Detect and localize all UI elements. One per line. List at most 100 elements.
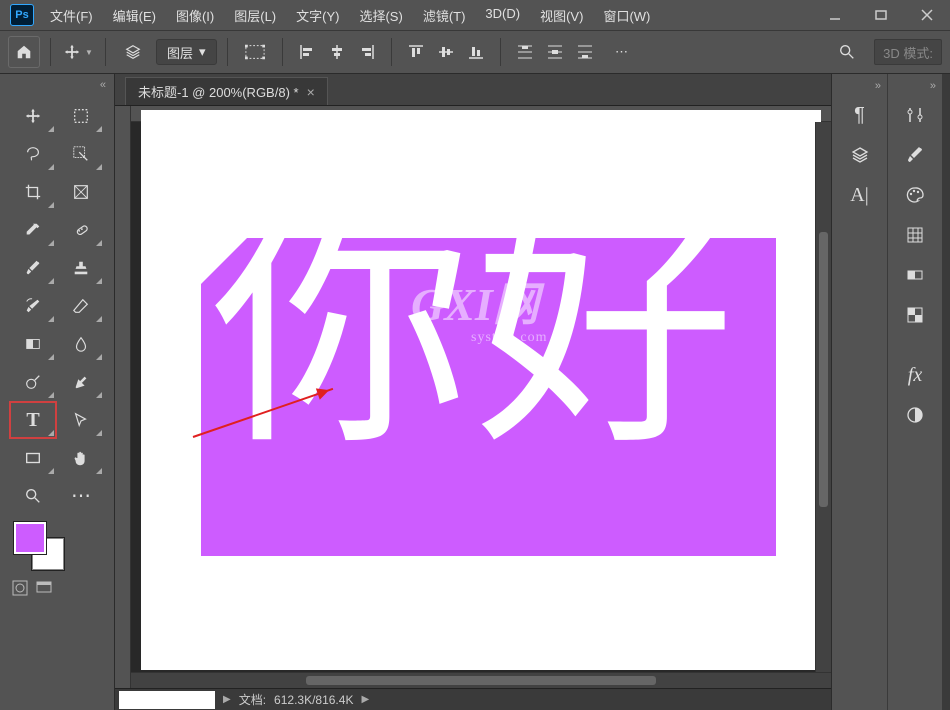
swatches-panel-button[interactable] [895,216,935,254]
move-tool-indicator[interactable]: ▼ [61,37,95,67]
marquee-tool[interactable] [58,98,104,134]
distribute-top-icon [517,44,533,60]
dodge-tool[interactable] [10,364,56,400]
canvas-text: 你好 [211,200,739,460]
separator [282,38,283,66]
distribute-bottom-button[interactable] [571,39,599,65]
type-icon: T [26,410,39,430]
brush-tool[interactable] [10,250,56,286]
close-button[interactable] [904,0,950,30]
dock-column-2: » fx [887,74,942,710]
menu-3d[interactable]: 3D(D) [477,2,528,29]
separator [500,38,501,66]
patterns-panel-button[interactable] [895,296,935,334]
brushes-panel-button[interactable] [895,136,935,174]
scrollbar-vertical[interactable] [815,122,831,672]
paragraph-panel-button[interactable]: ¶ [840,96,880,134]
menu-edit[interactable]: 编辑(E) [105,2,164,29]
pen-tool[interactable] [58,364,104,400]
menu-layer[interactable]: 图层(L) [226,2,284,29]
swatches-icon [905,225,925,245]
edit-toolbar-button[interactable]: ⋯ [58,478,104,514]
quick-select-tool[interactable] [58,136,104,172]
menu-view[interactable]: 视图(V) [532,2,591,29]
align-vcenter-button[interactable] [432,39,460,65]
properties-panel-button[interactable] [895,96,935,134]
history-brush-tool[interactable] [10,288,56,324]
scrollbar-horizontal[interactable] [131,672,831,688]
color-panel-button[interactable] [895,176,935,214]
home-button[interactable] [8,36,40,68]
toolbox-expander[interactable]: « [0,78,114,92]
distribute-top-button[interactable] [511,39,539,65]
align-right-icon [359,44,375,60]
menu-file[interactable]: 文件(F) [42,2,101,29]
quick-mask-button[interactable] [12,580,28,596]
character-panel-button[interactable]: A| [840,176,880,214]
move-tool[interactable] [10,98,56,134]
healing-icon [72,221,90,239]
auto-select-label: 图层 [167,43,193,62]
path-select-tool[interactable] [58,402,104,438]
close-tab-icon[interactable]: × [307,84,315,100]
styles-panel-button[interactable]: fx [895,356,935,394]
menu-image[interactable]: 图像(I) [168,2,222,29]
canvas[interactable]: GXI网 system.com 你好 [141,110,821,670]
search-button[interactable] [830,37,864,67]
maximize-button[interactable] [858,0,904,30]
dock-expander[interactable]: » [888,80,942,94]
app-logo: Ps [10,4,34,26]
zoom-field[interactable] [119,691,215,709]
scrollbar-thumb[interactable] [819,232,828,507]
chevron-right-icon[interactable]: ▶ [361,694,369,705]
screen-mode-button[interactable] [36,580,52,596]
blur-tool[interactable] [58,326,104,362]
menu-window[interactable]: 窗口(W) [595,2,658,29]
search-icon [838,43,856,61]
eyedropper-tool[interactable] [10,212,56,248]
dock-expander[interactable]: » [832,80,887,94]
healing-tool[interactable] [58,212,104,248]
scrollbar-thumb[interactable] [306,676,656,685]
align-right-button[interactable] [353,39,381,65]
color-swatches [0,520,114,576]
dock-scrollbar[interactable] [942,74,950,710]
align-top-button[interactable] [402,39,430,65]
transform-controls-toggle[interactable] [238,37,272,67]
more-align-button[interactable]: ⋯ [605,37,639,67]
align-left-button[interactable] [293,39,321,65]
layers-panel-button[interactable] [840,136,880,174]
auto-select-dropdown[interactable]: 图层 ▾ [156,39,217,65]
menu-bar: 文件(F) 编辑(E) 图像(I) 图层(L) 文字(Y) 选择(S) 滤镜(T… [42,2,658,29]
chevron-right-icon[interactable]: ▶ [223,694,231,705]
fx-icon: fx [908,365,922,385]
minimize-button[interactable] [812,0,858,30]
eraser-icon [72,297,90,315]
menu-type[interactable]: 文字(Y) [288,2,347,29]
rectangle-tool[interactable] [10,440,56,476]
stamp-tool[interactable] [58,250,104,286]
lasso-tool[interactable] [10,136,56,172]
auto-select-layers-icon[interactable] [116,37,150,67]
eraser-tool[interactable] [58,288,104,324]
menu-filter[interactable]: 滤镜(T) [415,2,474,29]
hand-tool[interactable] [58,440,104,476]
gradient-tool[interactable] [10,326,56,362]
gradient-icon [24,335,42,353]
crop-tool[interactable] [10,174,56,210]
align-bottom-button[interactable] [462,39,490,65]
layers-icon [124,43,142,61]
gradients-panel-button[interactable] [895,256,935,294]
menu-select[interactable]: 选择(S) [351,2,410,29]
history-brush-icon [24,297,42,315]
distribute-vcenter-button[interactable] [541,39,569,65]
foreground-color-swatch[interactable] [14,522,46,554]
frame-tool[interactable] [58,174,104,210]
document-tab[interactable]: 未标题-1 @ 200%(RGB/8) * × [125,77,328,105]
3d-mode-dropdown[interactable]: 3D 模式: [874,39,942,65]
document-tab-title: 未标题-1 @ 200%(RGB/8) * [138,82,299,101]
type-tool[interactable]: T [10,402,56,438]
align-hcenter-button[interactable] [323,39,351,65]
adjustments-panel-button[interactable] [895,396,935,434]
zoom-tool[interactable] [10,478,56,514]
